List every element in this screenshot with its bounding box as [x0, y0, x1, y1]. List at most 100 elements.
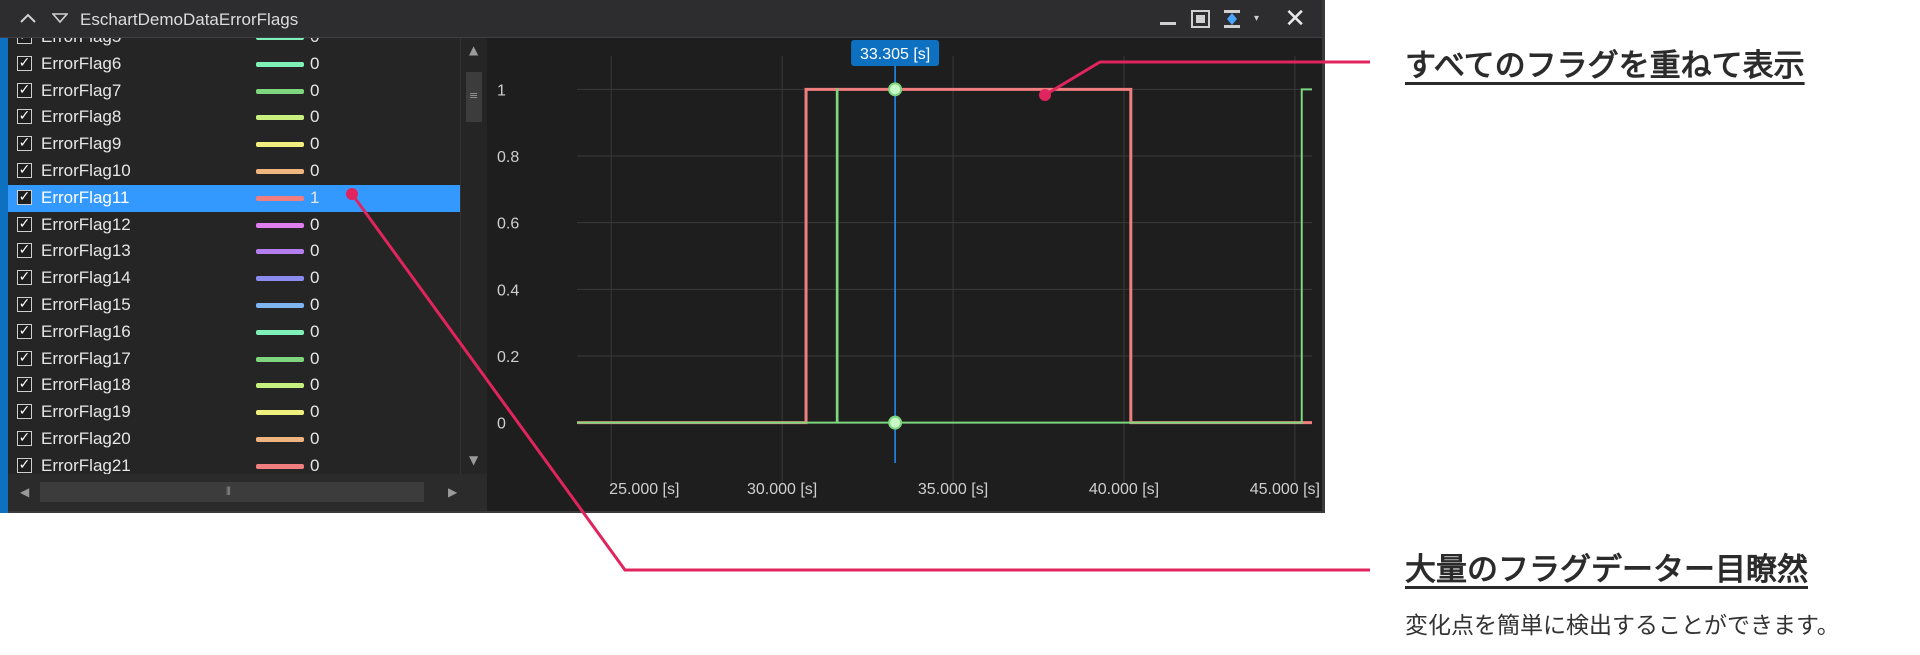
flag-checkbox[interactable]: ✓: [17, 216, 32, 232]
series-color-swatch: [256, 249, 304, 255]
selection-accent-strip: [0, 38, 8, 513]
dropdown-arrow-icon[interactable]: ▾: [1254, 12, 1259, 26]
flag-row[interactable]: ✓ ErrorFlag12 0: [8, 212, 460, 239]
flag-name: ErrorFlag18: [41, 375, 131, 395]
flag-value: 0: [310, 161, 320, 180]
flag-name: ErrorFlag6: [41, 53, 122, 73]
chart-window: EschartDemoDataErrorFlags ▾ ✕ ✓ ErrorFlag…: [0, 0, 1325, 513]
flag-value: 0: [310, 295, 320, 314]
flag-name: ErrorFlag12: [41, 214, 131, 234]
flag-name: ErrorFlag15: [41, 295, 131, 314]
flag-name: ErrorFlag17: [41, 348, 131, 368]
flag-checkbox[interactable]: ✓: [17, 431, 32, 446]
flag-checkbox[interactable]: ✓: [17, 404, 32, 420]
y-tick-label: 1: [497, 82, 506, 99]
flag-checkbox[interactable]: ✓: [17, 323, 32, 339]
flag-checkbox[interactable]: ✓: [17, 38, 32, 44]
series-color-swatch: [256, 410, 304, 416]
scroll-up-icon[interactable]: ▲: [469, 44, 478, 56]
minimize-icon[interactable]: [1158, 9, 1180, 29]
callout-bulk-description: 変化点を簡単に検出することができます。: [1405, 613, 1840, 639]
title-bar: EschartDemoDataErrorFlags ▾ ✕: [0, 0, 1322, 38]
flag-checkbox[interactable]: ✓: [17, 189, 32, 205]
close-button[interactable]: ✕: [1284, 6, 1306, 32]
flag-value: 1: [310, 187, 320, 207]
flag-name: ErrorFlag10: [41, 161, 131, 180]
flag-row[interactable]: ✓ ErrorFlag18 0: [8, 372, 460, 399]
cursor-label: 33.305 [s]: [860, 46, 930, 63]
series-color-swatch: [256, 303, 304, 308]
fit-view-icon[interactable]: [1190, 9, 1212, 29]
flag-row[interactable]: ✓ ErrorFlag5 0: [8, 38, 460, 51]
flag-value: 0: [310, 214, 320, 234]
flag-name: ErrorFlag8: [41, 107, 122, 127]
y-tick-label: 0: [497, 416, 506, 433]
flag-row[interactable]: ✓ ErrorFlag11 1: [8, 184, 460, 212]
flag-checkbox[interactable]: ✓: [17, 350, 32, 366]
scroll-down-icon[interactable]: ▼: [469, 454, 478, 466]
flag-row[interactable]: ✓ ErrorFlag16 0: [8, 319, 460, 346]
horizontal-scrollbar[interactable]: ◀ ⦀ ▶: [8, 474, 487, 511]
flag-row[interactable]: ✓ ErrorFlag9 0: [8, 131, 460, 158]
flag-checkbox[interactable]: ✓: [17, 297, 32, 312]
flag-row[interactable]: ✓ ErrorFlag17 0: [8, 346, 460, 373]
flag-value: 0: [310, 348, 320, 368]
x-tick-label: 40.000 [s]: [1089, 481, 1159, 498]
flag-name: ErrorFlag20: [41, 429, 131, 448]
series-color-swatch: [256, 38, 304, 40]
flag-value: 0: [310, 268, 320, 288]
flag-name: ErrorFlag5: [41, 38, 121, 47]
flag-checkbox[interactable]: ✓: [17, 82, 32, 98]
series-color-swatch: [256, 61, 304, 67]
expand-down-icon[interactable]: [51, 12, 69, 27]
flag-list[interactable]: ✓ ErrorFlag5 0 ✓ ErrorFlag6 0 ✓ ErrorFlag7 0 ✓ Err…: [8, 38, 460, 474]
auto-scale-icon[interactable]: [1222, 9, 1244, 29]
series-color-swatch: [256, 195, 304, 201]
y-tick-label: 0.4: [497, 282, 519, 299]
flag-value: 0: [310, 53, 320, 73]
flag-checkbox[interactable]: ✓: [17, 136, 32, 152]
flag-chart[interactable]: 0 0.2 0.4 0.6 0.8 1 25.000 [s] 30.000 [s] 35.000…: [487, 38, 1322, 511]
series-color-swatch: [256, 383, 304, 389]
collapse-up-icon[interactable]: [20, 12, 36, 27]
flag-checkbox[interactable]: ✓: [17, 55, 32, 71]
window-title: EschartDemoDataErrorFlags: [80, 10, 299, 29]
flag-name: ErrorFlag19: [41, 402, 131, 422]
scroll-right-icon[interactable]: ▶: [448, 486, 457, 498]
y-tick-label: 0.2: [497, 349, 519, 366]
flag-checkbox[interactable]: ✓: [17, 109, 32, 125]
flag-name: ErrorFlag16: [41, 321, 131, 341]
flag-value: 0: [310, 107, 320, 127]
flag-checkbox[interactable]: ✓: [17, 377, 32, 393]
flag-row[interactable]: ✓ ErrorFlag7 0: [8, 78, 460, 105]
callout-overlay-title: すべてのフラグを重ねて表示: [1405, 48, 1805, 84]
x-tick-label: 25.000 [s]: [609, 481, 679, 498]
series-line-0: [577, 87, 1312, 425]
flag-checkbox[interactable]: ✓: [17, 163, 32, 178]
flag-row[interactable]: ✓ ErrorFlag10 0: [8, 158, 460, 185]
flag-row[interactable]: ✓ ErrorFlag15 0: [8, 292, 460, 319]
plot-area[interactable]: 0 0.2 0.4 0.6 0.8 1 25.000 [s] 30.000 [s] 35.000…: [487, 38, 1322, 511]
flag-checkbox[interactable]: ✓: [17, 457, 32, 473]
flag-name: ErrorFlag13: [41, 241, 131, 261]
flag-row[interactable]: ✓ ErrorFlag8 0: [8, 104, 460, 131]
cursor-marker-top: [888, 82, 903, 97]
flag-checkbox[interactable]: ✓: [17, 243, 32, 259]
vertical-scrollbar[interactable]: ▲ ≡ ▼: [460, 38, 488, 474]
flag-row[interactable]: ✓ ErrorFlag14 0: [8, 265, 460, 292]
flag-row[interactable]: ✓ ErrorFlag19 0: [8, 399, 460, 426]
vertical-scroll-thumb[interactable]: ≡: [466, 72, 482, 122]
flag-value: 0: [310, 241, 320, 261]
flag-row[interactable]: ✓ ErrorFlag21 0: [8, 453, 460, 474]
flag-row[interactable]: ✓ ErrorFlag20 0: [8, 426, 460, 453]
horizontal-scroll-thumb[interactable]: ⦀: [40, 482, 424, 502]
scroll-left-icon[interactable]: ◀: [20, 486, 29, 498]
flag-row[interactable]: ✓ ErrorFlag6 0: [8, 51, 460, 78]
flag-row[interactable]: ✓ ErrorFlag13 0: [8, 238, 460, 265]
flag-value: 0: [310, 375, 320, 395]
flag-checkbox[interactable]: ✓: [17, 270, 32, 286]
y-tick-label: 0.6: [497, 216, 519, 233]
flag-value: 0: [310, 455, 320, 474]
flag-name: ErrorFlag14: [41, 268, 131, 288]
series-color-swatch: [256, 88, 304, 94]
